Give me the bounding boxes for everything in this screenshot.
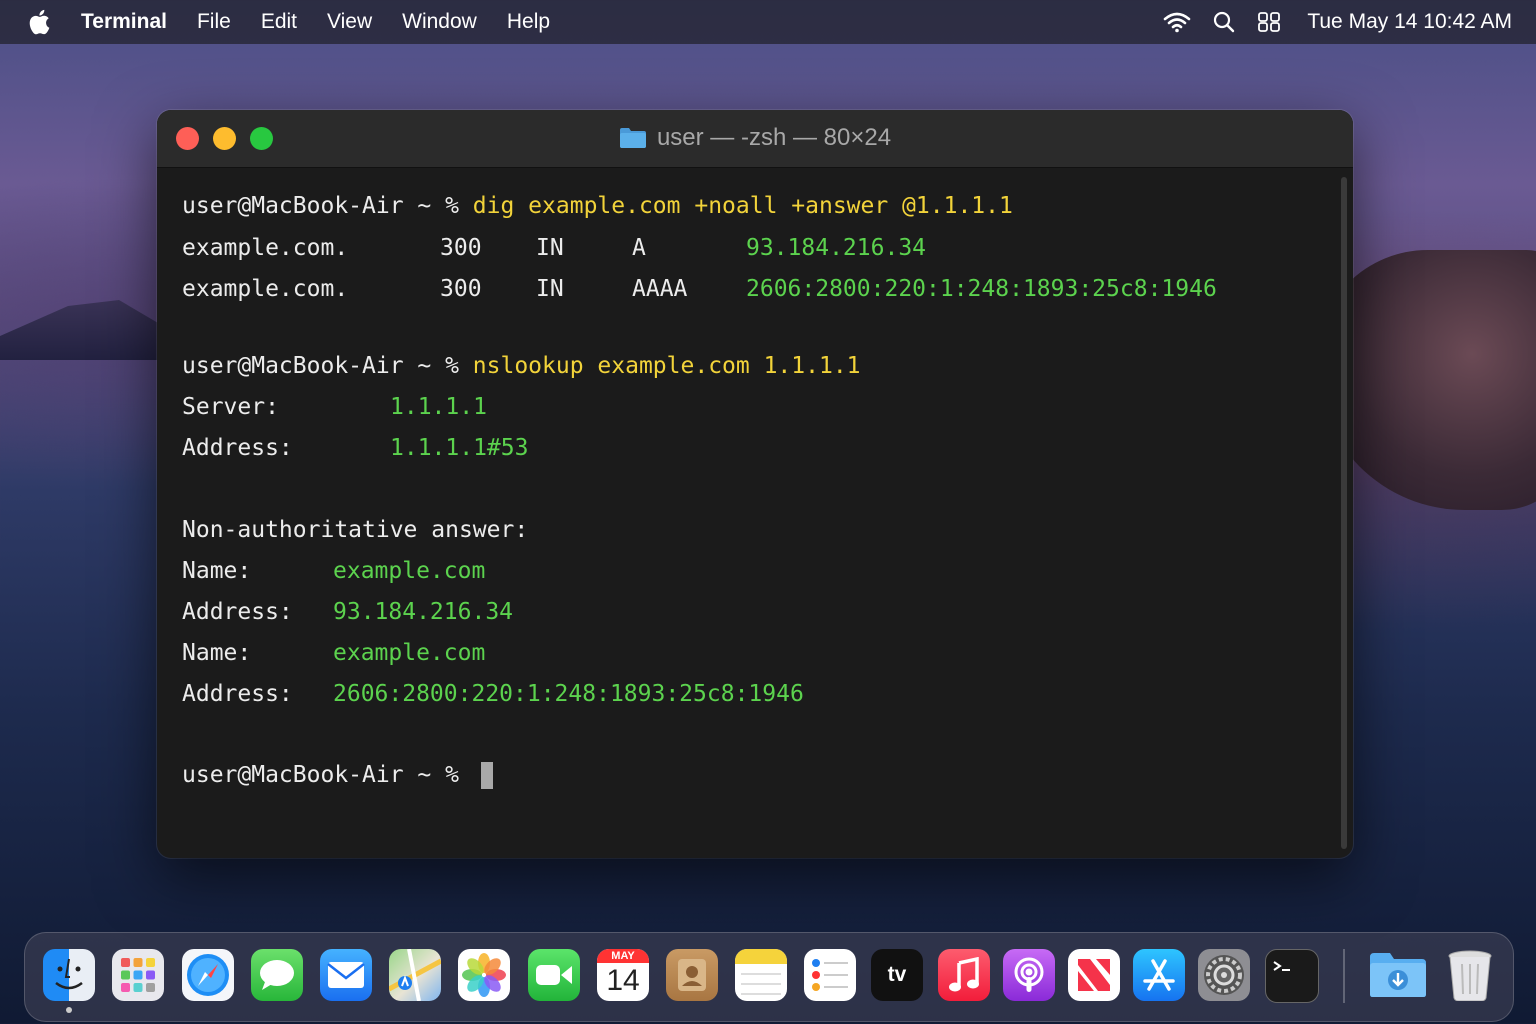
photos-icon[interactable] <box>458 949 510 1001</box>
apple-tv-icon[interactable]: tv <box>871 949 923 1001</box>
menu-window[interactable]: Window <box>402 10 477 34</box>
menu-edit[interactable]: Edit <box>261 10 297 34</box>
command-text: dig example.com +noall +answer @1.1.1.1 <box>472 193 1013 219</box>
nonauth-line: Non-authoritative answer: <box>182 517 529 543</box>
app-store-icon[interactable] <box>1133 949 1185 1001</box>
calendar-day: 14 <box>606 964 640 997</box>
record-value: 93.184.216.34 <box>746 235 927 261</box>
messages-icon[interactable] <box>251 949 303 1001</box>
record-value: 2606:2800:220:1:248:1893:25c8:1946 <box>746 276 1217 302</box>
record-class: IN <box>536 235 564 261</box>
menu-clock[interactable]: Tue May 14 10:42 AM <box>1307 10 1512 34</box>
calendar-month: MAY <box>597 949 649 963</box>
dock: MAY 14 tv <box>24 932 1514 1022</box>
menu-app-terminal[interactable]: Terminal <box>81 10 167 34</box>
notes-header <box>735 949 787 964</box>
answer-address: 2606:2800:220:1:248:1893:25c8:1946 <box>333 681 804 707</box>
menu-bar: Terminal File Edit View Window Help Tue … <box>0 0 1536 44</box>
record-name: example.com. <box>182 276 349 302</box>
answer-address: 93.184.216.34 <box>333 599 514 625</box>
terminal-line-cmd2: user@MacBook-Air ~ % nslookup example.co… <box>182 351 861 381</box>
folder-icon <box>619 128 646 148</box>
record-class: IN <box>536 276 564 302</box>
tv-label: tv <box>887 963 907 986</box>
address-label: Address: <box>182 599 293 625</box>
news-icon[interactable] <box>1068 949 1120 1001</box>
launchpad-icon[interactable] <box>112 949 164 1001</box>
menu-file[interactable]: File <box>197 10 231 34</box>
music-icon[interactable] <box>938 949 990 1001</box>
name-label: Name: <box>182 558 252 584</box>
trash-icon[interactable] <box>1443 949 1497 1001</box>
shell-prompt: user@MacBook-Air ~ % <box>182 762 473 788</box>
spotlight-search-icon[interactable] <box>1213 11 1235 33</box>
server-label: Server: <box>182 394 279 420</box>
shell-prompt: user@MacBook-Air ~ % <box>182 193 473 219</box>
address-label: Address: <box>182 435 293 461</box>
terminal-window[interactable]: user — -zsh — 80×24 user@MacBook-Air ~ %… <box>157 110 1353 858</box>
server-value: 1.1.1.1 <box>390 394 487 420</box>
wallpaper-island-left <box>0 300 170 360</box>
mail-icon[interactable] <box>320 949 372 1001</box>
contacts-icon[interactable] <box>666 949 718 1001</box>
notes-icon[interactable] <box>735 949 787 1001</box>
answer-name: example.com <box>333 558 486 584</box>
address-label: Address: <box>182 681 293 707</box>
dock-separator <box>1343 949 1345 1003</box>
menu-help[interactable]: Help <box>507 10 550 34</box>
answer-name: example.com <box>333 640 486 666</box>
terminal-app-icon[interactable] <box>1265 949 1319 1003</box>
command-text: nslookup example.com 1.1.1.1 <box>472 353 861 379</box>
facetime-icon[interactable] <box>528 949 580 1001</box>
terminal-line-cmd1: user@MacBook-Air ~ % dig example.com +no… <box>182 191 1013 221</box>
scrollbar[interactable] <box>1341 177 1347 849</box>
calendar-icon[interactable]: MAY 14 <box>597 949 649 1001</box>
menu-view[interactable]: View <box>327 10 372 34</box>
window-title-text: user — -zsh — 80×24 <box>656 124 892 151</box>
downloads-folder-icon[interactable] <box>1368 949 1428 1001</box>
terminal-content[interactable]: user@MacBook-Air ~ % dig example.com +no… <box>182 185 1323 858</box>
record-type: AAAA <box>632 276 688 302</box>
name-label: Name: <box>182 640 252 666</box>
address-value: 1.1.1.1#53 <box>390 435 529 461</box>
wifi-icon[interactable] <box>1163 11 1191 33</box>
control-center-icon[interactable] <box>1257 11 1283 33</box>
apple-logo-icon[interactable] <box>27 9 51 35</box>
reminders-icon[interactable] <box>804 949 856 1001</box>
system-preferences-icon[interactable] <box>1198 949 1250 1001</box>
title-bar[interactable]: user — -zsh — 80×24 <box>157 110 1353 168</box>
record-ttl: 300 <box>440 235 482 261</box>
safari-icon[interactable] <box>182 949 234 1001</box>
shell-prompt: user@MacBook-Air ~ % <box>182 353 473 379</box>
record-ttl: 300 <box>440 276 482 302</box>
maps-icon[interactable] <box>389 949 441 1001</box>
finder-icon[interactable] <box>43 949 95 1001</box>
podcasts-icon[interactable] <box>1003 949 1055 1001</box>
window-title: user — -zsh — 80×24 <box>157 124 1353 152</box>
text-cursor <box>480 762 493 789</box>
terminal-line-prompt[interactable]: user@MacBook-Air ~ % <box>182 760 493 790</box>
record-type: A <box>632 235 646 261</box>
record-name: example.com. <box>182 235 349 261</box>
running-indicator <box>66 1007 72 1013</box>
